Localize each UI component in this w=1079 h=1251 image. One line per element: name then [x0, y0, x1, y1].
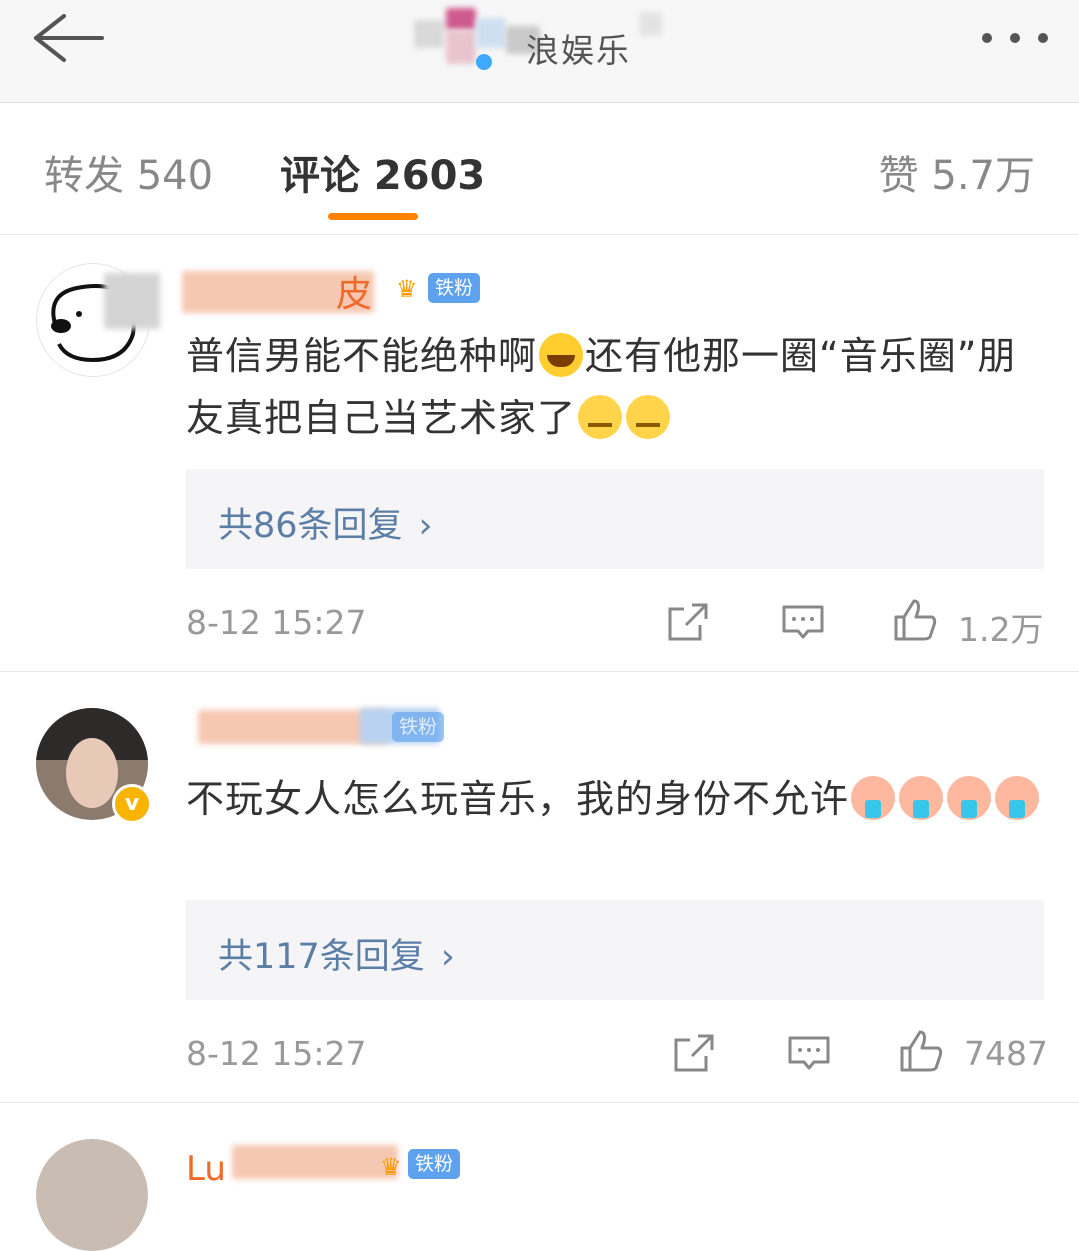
- account-title[interactable]: 浪娱乐: [414, 8, 674, 72]
- vomit-emoji-icon: [851, 776, 896, 820]
- comment-time: 8-12 15:27: [186, 1034, 367, 1073]
- back-arrow-icon[interactable]: [28, 10, 106, 66]
- comment-time: 8-12 15:27: [186, 603, 367, 642]
- crown-icon: ♛: [396, 275, 418, 303]
- like-thumb-icon[interactable]: [898, 1028, 944, 1074]
- page-title: 浪娱乐: [526, 31, 631, 70]
- comment-item: v 铁粉 不玩女人怎么玩音乐，我的身份不允许 共117条回复 › 8-12 15:…: [0, 672, 1079, 1102]
- vomit-emoji-icon: [899, 776, 944, 820]
- active-tab-indicator: [328, 213, 418, 220]
- verified-v-icon: v: [112, 784, 152, 824]
- replies-box[interactable]: 共117条回复 ›: [186, 900, 1044, 1000]
- top-bar: 浪娱乐: [0, 0, 1079, 103]
- vomit-emoji-icon: [947, 776, 992, 820]
- vomit-emoji-icon: [995, 776, 1040, 820]
- comment-item: Lu ♛ 铁粉: [0, 1103, 1079, 1251]
- tab-reposts[interactable]: 转发 540: [44, 143, 213, 201]
- comment-text: 普信男能不能绝种啊 还有他那一圈“音乐圈”朋友真把自己当艺术家了: [186, 333, 1017, 440]
- repost-icon[interactable]: [666, 599, 712, 645]
- dizzy-emoji-icon: [578, 395, 623, 439]
- comment-item: 皮 ♛ 铁粉 普信男能不能绝种啊 还有他那一圈“音乐圈”朋友真把自己当艺术家了 共…: [0, 235, 1079, 671]
- avatar[interactable]: [36, 1139, 148, 1251]
- view-replies-link[interactable]: 共117条回复 ›: [218, 928, 455, 979]
- tab-bar: 转发 540 评论 2603 赞 5.7万: [0, 103, 1079, 235]
- comment-icon[interactable]: [780, 599, 826, 645]
- laugh-sweat-emoji-icon: [539, 333, 584, 377]
- view-replies-link[interactable]: 共86条回复 ›: [218, 497, 433, 548]
- fan-badge: 铁粉: [428, 273, 481, 303]
- fan-badge: 铁粉: [392, 712, 445, 742]
- verified-icon: [476, 54, 492, 70]
- repost-icon[interactable]: [672, 1030, 718, 1076]
- username-blurred[interactable]: [104, 273, 160, 329]
- like-thumb-icon[interactable]: [892, 597, 938, 643]
- like-count: 1.2万: [958, 610, 1044, 649]
- comment-icon[interactable]: [786, 1030, 832, 1076]
- chevron-right-icon: ›: [440, 937, 455, 977]
- tab-likes[interactable]: 赞 5.7万: [879, 143, 1035, 201]
- crown-icon: ♛: [380, 1153, 402, 1181]
- username-blurred[interactable]: [232, 1145, 398, 1179]
- username-label: Lu: [186, 1149, 226, 1189]
- more-options-icon[interactable]: [979, 28, 1051, 48]
- like-count: 7487: [964, 1034, 1048, 1073]
- dizzy-emoji-icon: [626, 395, 671, 439]
- fan-badge: 铁粉: [408, 1149, 461, 1179]
- chevron-right-icon: ›: [418, 506, 433, 546]
- tab-comments[interactable]: 评论 2603: [280, 143, 485, 201]
- comment-text: 不玩女人怎么玩音乐，我的身份不允许: [186, 768, 1046, 830]
- replies-box[interactable]: 共86条回复 ›: [186, 469, 1044, 569]
- username-label: 皮: [336, 274, 373, 315]
